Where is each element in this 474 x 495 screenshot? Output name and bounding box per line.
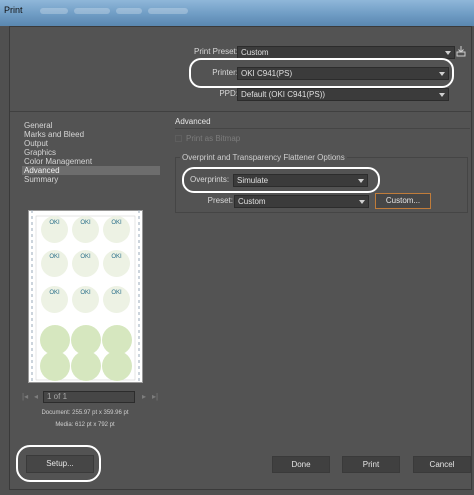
ppd-value: Default (OKI C941(PS)) bbox=[241, 90, 326, 99]
printer-dropdown[interactable]: OKI C941(PS) bbox=[237, 67, 449, 80]
label-circle: OKI bbox=[41, 286, 68, 313]
print-button[interactable]: Print bbox=[342, 456, 400, 473]
print-dialog: Print Print Preset: Custom Printer: OKI … bbox=[0, 0, 474, 495]
preset-dropdown[interactable]: Custom bbox=[234, 195, 369, 208]
print-as-bitmap-checkbox[interactable] bbox=[175, 135, 182, 142]
label-circle: OKI bbox=[41, 216, 68, 243]
custom-button[interactable]: Custom... bbox=[375, 193, 431, 209]
done-button[interactable]: Done bbox=[272, 456, 330, 473]
page-number-field[interactable]: 1 of 1 bbox=[43, 391, 135, 403]
sidebar-item-advanced[interactable]: Advanced bbox=[22, 166, 160, 175]
printer-value: OKI C941(PS) bbox=[241, 69, 293, 78]
label-text: OKI bbox=[80, 220, 91, 226]
label-circle: OKI bbox=[103, 216, 130, 243]
label-circle: OKI bbox=[72, 250, 99, 277]
label-text: OKI bbox=[111, 254, 122, 260]
advanced-title: Advanced bbox=[175, 117, 211, 126]
advanced-divider bbox=[175, 128, 470, 129]
sidebar-item-output[interactable]: Output bbox=[22, 139, 160, 148]
sidebar-item-graphics[interactable]: Graphics bbox=[22, 148, 160, 157]
blank-label-circle bbox=[71, 351, 101, 381]
blurred-title-text bbox=[74, 8, 110, 14]
label-text: OKI bbox=[49, 254, 60, 260]
blank-label-circle bbox=[40, 351, 70, 381]
blurred-title-text bbox=[148, 8, 188, 14]
first-page-icon[interactable]: |◂ bbox=[22, 392, 28, 401]
print-as-bitmap-label: Print as Bitmap bbox=[186, 134, 241, 143]
last-page-icon[interactable]: ▸| bbox=[152, 392, 158, 401]
chevron-down-icon bbox=[439, 72, 445, 76]
preset-label: Preset: bbox=[207, 196, 233, 205]
blurred-title-text bbox=[40, 8, 68, 14]
sidebar-item-general[interactable]: General bbox=[22, 121, 160, 130]
printer-label: Printer: bbox=[212, 68, 238, 77]
dialog-body: Print Preset: Custom Printer: OKI C941(P… bbox=[9, 26, 472, 490]
overprints-label: Overprints: bbox=[190, 175, 230, 184]
sidebar-item-color-management[interactable]: Color Management bbox=[22, 157, 160, 166]
ppd-dropdown[interactable]: Default (OKI C941(PS)) bbox=[237, 88, 449, 101]
ppd-label: PPD: bbox=[219, 89, 238, 98]
label-text: OKI bbox=[111, 220, 122, 226]
next-page-icon[interactable]: ▸ bbox=[142, 392, 146, 401]
setup-button[interactable]: Setup... bbox=[26, 455, 94, 473]
chevron-down-icon bbox=[439, 93, 445, 97]
label-circle: OKI bbox=[41, 250, 68, 277]
title-bar: Print bbox=[0, 0, 474, 26]
flattener-group-title: Overprint and Transparency Flattener Opt… bbox=[180, 153, 347, 162]
label-circle: OKI bbox=[72, 286, 99, 313]
sidebar-item-summary[interactable]: Summary bbox=[22, 175, 160, 184]
media-size-text: Media: 612 pt x 792 pt bbox=[55, 422, 115, 428]
label-text: OKI bbox=[80, 290, 91, 296]
window-title: Print bbox=[4, 5, 23, 15]
label-text: OKI bbox=[80, 254, 91, 260]
header-divider bbox=[10, 111, 471, 112]
label-text: OKI bbox=[49, 220, 60, 226]
sidebar-item-marks-and-bleed[interactable]: Marks and Bleed bbox=[22, 130, 160, 139]
blank-label-circle bbox=[102, 351, 132, 381]
page-preview: OKI OKI OKI OKI OKI OKI OKI OKI OKI bbox=[28, 210, 143, 383]
chevron-down-icon bbox=[359, 200, 365, 204]
save-preset-icon[interactable] bbox=[455, 45, 467, 57]
overprints-value: Simulate bbox=[237, 176, 269, 185]
print-preset-value: Custom bbox=[241, 48, 269, 57]
label-circle: OKI bbox=[103, 250, 130, 277]
label-circle: OKI bbox=[103, 286, 130, 313]
chevron-down-icon bbox=[358, 179, 364, 183]
label-circle: OKI bbox=[72, 216, 99, 243]
label-text: OKI bbox=[49, 290, 60, 296]
blurred-title-text bbox=[116, 8, 142, 14]
overprints-dropdown[interactable]: Simulate bbox=[233, 174, 368, 187]
chevron-down-icon bbox=[445, 51, 451, 55]
previous-page-icon[interactable]: ◂ bbox=[34, 392, 38, 401]
print-preset-label: Print Preset: bbox=[193, 47, 238, 56]
cancel-button[interactable]: Cancel bbox=[413, 456, 471, 473]
document-size-text: Document: 255.97 pt x 359.96 pt bbox=[41, 410, 129, 416]
label-text: OKI bbox=[111, 290, 122, 296]
preset-value: Custom bbox=[238, 197, 266, 206]
print-preset-dropdown[interactable]: Custom bbox=[237, 46, 455, 59]
